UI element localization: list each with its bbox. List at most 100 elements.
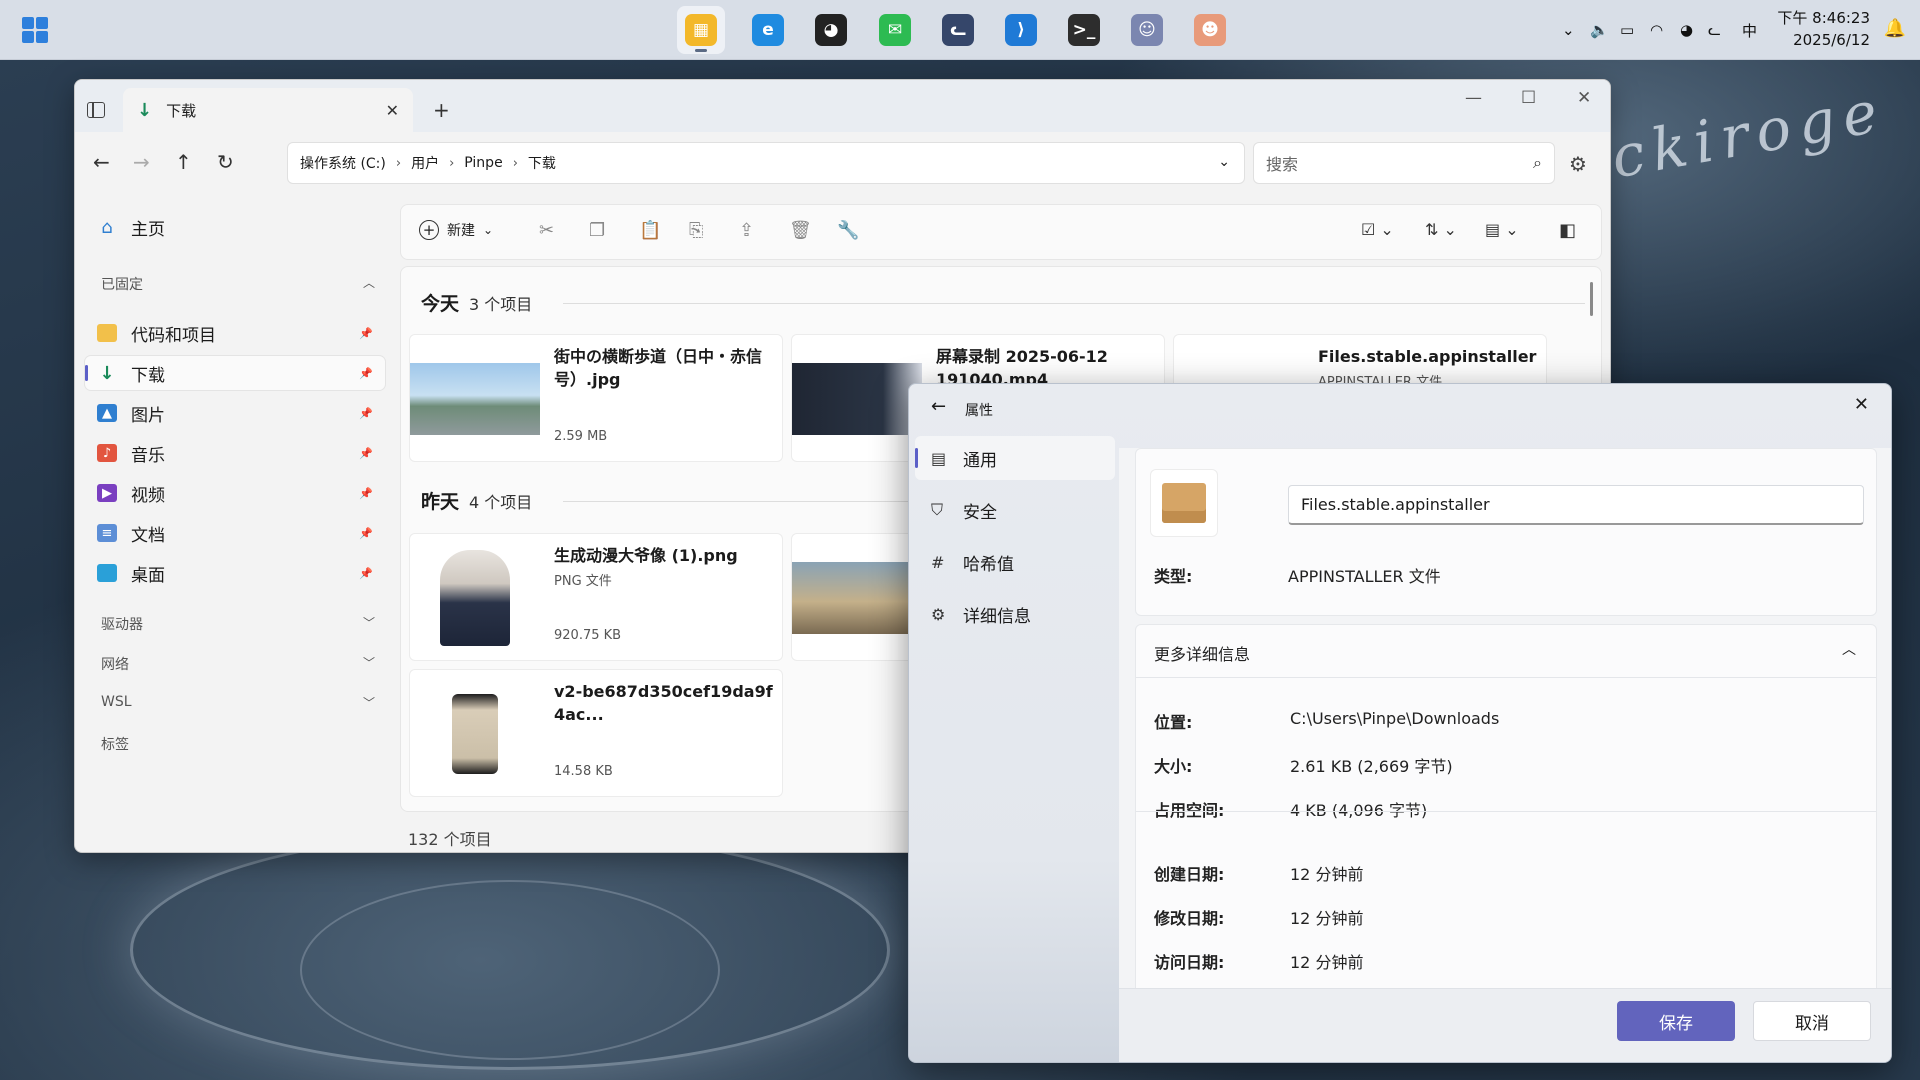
breadcrumb-users[interactable]: 用户 <box>411 153 439 173</box>
taskbar-app-sticky-notes[interactable]: ▦ <box>677 6 725 54</box>
sidebar-item-pinned[interactable]: ▶ 视频 📌 <box>85 476 385 510</box>
chevron-up-icon: ︿ <box>363 276 376 290</box>
address-bar[interactable]: 操作系统 (C:) › 用户 › Pinpe › 下载 ⌄ <box>287 142 1245 184</box>
group-title: 今天 <box>421 293 460 315</box>
breadcrumb-user[interactable]: Pinpe <box>464 155 502 171</box>
taskbar-app-anime-app-1[interactable]: ☺ <box>1123 6 1171 54</box>
ime-indicator[interactable]: 中 <box>1742 0 1757 60</box>
sidebar-section[interactable]: 网络 ﹀ <box>101 654 375 674</box>
pin-icon[interactable]: 📌 <box>359 567 373 580</box>
taskbar-app-vscode[interactable]: ⟩ <box>997 6 1045 54</box>
cut-icon[interactable]: ✂ <box>539 220 554 241</box>
sidebar-item-pinned[interactable]: 桌面 📌 <box>85 556 385 590</box>
sidebar-section-label: 网络 <box>101 657 129 673</box>
share-icon[interactable]: ⇪ <box>739 220 754 241</box>
sidebar-item-pinned[interactable]: ≡ 文档 📌 <box>85 516 385 550</box>
cat-tray-icon[interactable]: ᓚ <box>1708 0 1721 60</box>
back-arrow-icon[interactable]: ← <box>931 396 946 417</box>
image-thumbnail <box>410 534 540 660</box>
file-list-scrollbar[interactable] <box>1590 282 1593 316</box>
detail-value: 4 KB (4,096 字节) <box>1290 801 1428 820</box>
taskbar-app-edge[interactable]: e <box>744 6 792 54</box>
forward-button[interactable]: → <box>133 150 150 174</box>
sidebar-section[interactable]: 标签 <box>101 734 129 754</box>
properties-nav-item[interactable]: ⚙ 详细信息 <box>915 592 1115 636</box>
layout-icon[interactable]: ▤ ⌄ <box>1485 220 1519 239</box>
tray-chevron-icon[interactable]: ⌄ <box>1562 0 1575 60</box>
battery-icon[interactable]: ▭ <box>1620 0 1634 60</box>
sidebar-item-pinned[interactable]: ▲ 图片 📌 <box>85 396 385 430</box>
close-dialog-icon[interactable]: ✕ <box>1854 394 1869 415</box>
file-card-crosswalk[interactable]: 街中の横断歩道（日中・赤信号）.jpg 2.59 MB <box>409 334 783 462</box>
sidebar: ⌂ 主页 已固定 ︿ 代码和项目 📌 ↓ 下载 📌 ▲ 图片 📌 ♪ 音乐 📌 ▶ 视频 📌 ≡ 文档 📌 桌面 📌… <box>75 194 393 852</box>
sidebar-item-pinned[interactable]: ♪ 音乐 📌 <box>85 436 385 470</box>
delete-icon[interactable]: 🗑 <box>789 220 812 241</box>
search-input[interactable]: 搜索 ⌕ <box>1253 142 1555 184</box>
file-card-v2-image[interactable]: v2-be687d350cef19da9f4ac... 14.58 KB <box>409 669 783 797</box>
video-icon: ▶ <box>97 484 117 502</box>
divider <box>1136 811 1876 812</box>
save-button[interactable]: 保存 <box>1617 1001 1735 1041</box>
maximize-button[interactable]: ☐ <box>1521 88 1536 108</box>
breadcrumb-downloads[interactable]: 下载 <box>528 153 556 173</box>
pin-icon[interactable]: 📌 <box>359 447 373 460</box>
close-tab-icon[interactable]: ✕ <box>386 101 399 120</box>
file-card-anime-grandpa[interactable]: 生成动漫大爷像 (1).png PNG 文件 920.75 KB <box>409 533 783 661</box>
pin-icon[interactable]: 📌 <box>359 327 373 340</box>
tab-downloads[interactable]: ↓ 下载 ✕ <box>123 88 413 132</box>
group-today[interactable]: 今天 3 个项目 <box>421 289 532 316</box>
sort-icon[interactable]: ⇅ ⌄ <box>1425 220 1457 239</box>
taskbar-app-qq[interactable]: ◕ <box>807 6 855 54</box>
clock[interactable]: 下午 8:46:23 2025/6/12 <box>1777 7 1870 51</box>
pinned-header[interactable]: 已固定 ︿ <box>101 274 375 294</box>
up-button[interactable]: ↑ <box>175 150 192 174</box>
rename-icon[interactable]: ⎘ <box>689 220 703 241</box>
taskbar-app-terminal[interactable]: >_ <box>1060 6 1108 54</box>
file-name-field[interactable]: Files.stable.appinstaller <box>1288 485 1864 525</box>
notification-bell-icon[interactable]: 🔔 <box>1884 18 1906 39</box>
minimize-button[interactable]: — <box>1465 88 1482 108</box>
taskbar-app-wechat[interactable]: ✉ <box>871 6 919 54</box>
sidebar-item-label: 桌面 <box>131 565 165 586</box>
sidebar-item-home[interactable]: ⌂ 主页 <box>85 210 385 244</box>
cancel-button[interactable]: 取消 <box>1753 1001 1871 1041</box>
properties-nav-item[interactable]: ⛉ 安全 <box>915 488 1115 532</box>
volume-icon[interactable]: 🔈 <box>1590 0 1609 60</box>
details-pane-icon[interactable]: ◧ <box>1559 220 1576 241</box>
breadcrumb-drive[interactable]: 操作系统 (C:) <box>300 153 386 173</box>
more-details-header[interactable]: 更多详细信息 ︿ <box>1136 625 1876 677</box>
detail-value: C:\Users\Pinpe\Downloads <box>1290 709 1500 728</box>
document-icon: ≡ <box>97 524 117 542</box>
qq-tray-icon[interactable]: ◕ <box>1680 0 1693 60</box>
pin-icon[interactable]: 📌 <box>359 487 373 500</box>
selection-icon[interactable]: ☑ ⌄ <box>1361 220 1394 239</box>
pin-icon[interactable]: 📌 <box>359 527 373 540</box>
sidebar-section[interactable]: WSL ﹀ <box>101 694 375 710</box>
properties-nav-item[interactable]: ▤ 通用 <box>915 436 1115 480</box>
sidebar-item-pinned[interactable]: ↓ 下载 📌 <box>85 356 385 390</box>
wifi-icon[interactable]: ◠ <box>1650 0 1663 60</box>
paste-icon[interactable]: 📋 <box>639 220 661 241</box>
refresh-button[interactable]: ↻ <box>217 150 234 174</box>
pin-icon[interactable]: 📌 <box>359 367 373 380</box>
settings-gear-icon[interactable]: ⚙ <box>1569 152 1587 176</box>
copy-icon[interactable]: ❐ <box>589 220 605 241</box>
start-button[interactable] <box>22 17 48 43</box>
close-window-button[interactable]: ✕ <box>1577 88 1591 108</box>
properties-nav-item[interactable]: # 哈希值 <box>915 540 1115 584</box>
chevron-down-icon[interactable]: ⌄ <box>1218 154 1230 170</box>
group-yesterday[interactable]: 昨天 4 个项目 <box>421 487 532 514</box>
sidebar-item-pinned[interactable]: 代码和项目 📌 <box>85 316 385 350</box>
sidebar-section[interactable]: 驱动器 ﹀ <box>101 614 375 634</box>
back-button[interactable]: ← <box>93 150 110 174</box>
properties-wrench-icon[interactable]: 🔧 <box>837 220 859 241</box>
file-name: 街中の横断歩道（日中・赤信号）.jpg <box>554 347 763 389</box>
pin-icon[interactable]: 📌 <box>359 407 373 420</box>
sidebar-toggle-icon[interactable] <box>87 102 105 118</box>
taskbar-app-cat-app[interactable]: ᓚ <box>934 6 982 54</box>
properties-nav-label: 详细信息 <box>963 606 1031 627</box>
taskbar-app-anime-app-2[interactable]: ☻ <box>1186 6 1234 54</box>
new-tab-button[interactable]: + <box>433 98 450 122</box>
new-button[interactable]: + 新建 ⌄ <box>419 220 493 240</box>
divider <box>1136 677 1876 678</box>
